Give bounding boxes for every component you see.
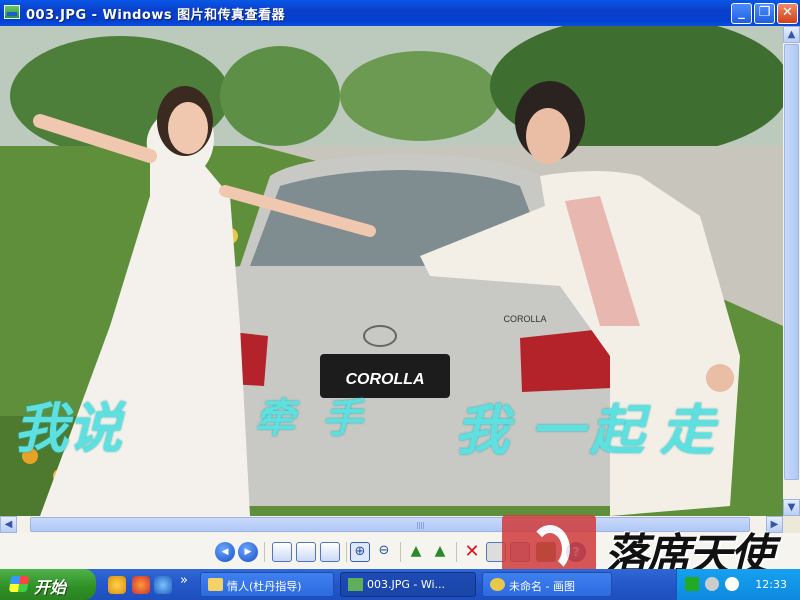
taskbar-clock[interactable]: 12:33 (755, 578, 787, 591)
taskbar: 开始 » 情人(杜丹指导) 003.JPG - Wi... 未命名 - 画图 1… (0, 569, 800, 600)
vertical-scrollbar[interactable]: ▲ ▼ (783, 26, 800, 516)
taskbar-item-label: 003.JPG - Wi... (367, 578, 446, 591)
taskbar-item-folder[interactable]: 情人(杜丹指导) (200, 572, 334, 597)
car-badge-text: COROLLA (503, 314, 546, 324)
picture-viewer-icon (348, 578, 363, 591)
minimize-button[interactable]: _ (731, 3, 752, 24)
folder-icon (208, 578, 223, 591)
caption-segment-2: 牵 (255, 395, 295, 442)
security-icon[interactable] (725, 577, 739, 591)
next-image-icon[interactable]: ▶ (238, 542, 258, 562)
scroll-left-arrow-icon[interactable]: ◀ (0, 516, 17, 533)
delete-icon[interactable]: ✕ (462, 542, 482, 562)
scroll-up-arrow-icon[interactable]: ▲ (783, 26, 800, 43)
rotate-clockwise-icon[interactable]: ▲ (406, 542, 426, 562)
taskbar-item-paint[interactable]: 未命名 - 画图 (482, 572, 612, 597)
image-viewport: COROLLA COROLLA 我说 牵 手 我 一 起 走 (0, 26, 783, 516)
caption-segment-7: 走 (660, 398, 714, 462)
browser-quicklaunch-icon[interactable] (132, 576, 150, 594)
system-tray: 12:33 (676, 569, 800, 600)
best-fit-icon[interactable] (272, 542, 292, 562)
start-button[interactable]: 开始 (0, 569, 96, 600)
start-label: 开始 (34, 578, 67, 597)
caption-segment-6: 起 (590, 398, 644, 462)
toolbar-separator (346, 542, 347, 562)
volume-icon[interactable] (705, 577, 719, 591)
caption-segment-3: 手 (322, 395, 362, 442)
zoom-in-icon[interactable]: ⊕ (350, 542, 370, 562)
zoom-out-icon[interactable]: ⊖ (374, 542, 394, 562)
previous-image-icon[interactable]: ◀ (215, 542, 235, 562)
actual-size-icon[interactable] (296, 542, 316, 562)
taskbar-item-picture-viewer[interactable]: 003.JPG - Wi... (340, 572, 476, 597)
rotate-counterclockwise-icon[interactable]: ▲ (430, 542, 450, 562)
slideshow-icon[interactable] (320, 542, 340, 562)
toolbar-separator (264, 542, 265, 562)
taskbar-item-label: 未命名 - 画图 (509, 580, 575, 593)
qq-quicklaunch-icon[interactable] (108, 576, 126, 594)
window-title: 003.JPG - Windows 图片和传真查看器 (26, 8, 286, 23)
media-quicklaunch-icon[interactable] (154, 576, 172, 594)
vertical-scroll-thumb[interactable] (784, 44, 799, 480)
caption-segment-4: 我 (455, 398, 509, 462)
caption-segment-1: 我说 (14, 396, 122, 460)
restore-button[interactable]: ❐ (754, 3, 775, 24)
toolbar-separator (400, 542, 401, 562)
taskbar-item-label: 情人(杜丹指导) (227, 580, 302, 593)
network-icon[interactable] (685, 577, 699, 591)
quicklaunch-more-button[interactable]: » (180, 573, 188, 588)
caption-segment-5: 一 (530, 398, 584, 462)
scroll-grip (417, 522, 425, 529)
title-bar[interactable]: 003.JPG - Windows 图片和传真查看器 _ ❐ ✕ (0, 0, 800, 26)
toolbar-separator (456, 542, 457, 562)
paint-icon (490, 578, 505, 591)
picture-viewer-app-icon[interactable] (4, 5, 20, 19)
photo-caption: 我说 牵 手 我 一 起 走 (0, 384, 783, 464)
windows-flag-icon (8, 576, 30, 592)
close-button[interactable]: ✕ (777, 3, 798, 24)
